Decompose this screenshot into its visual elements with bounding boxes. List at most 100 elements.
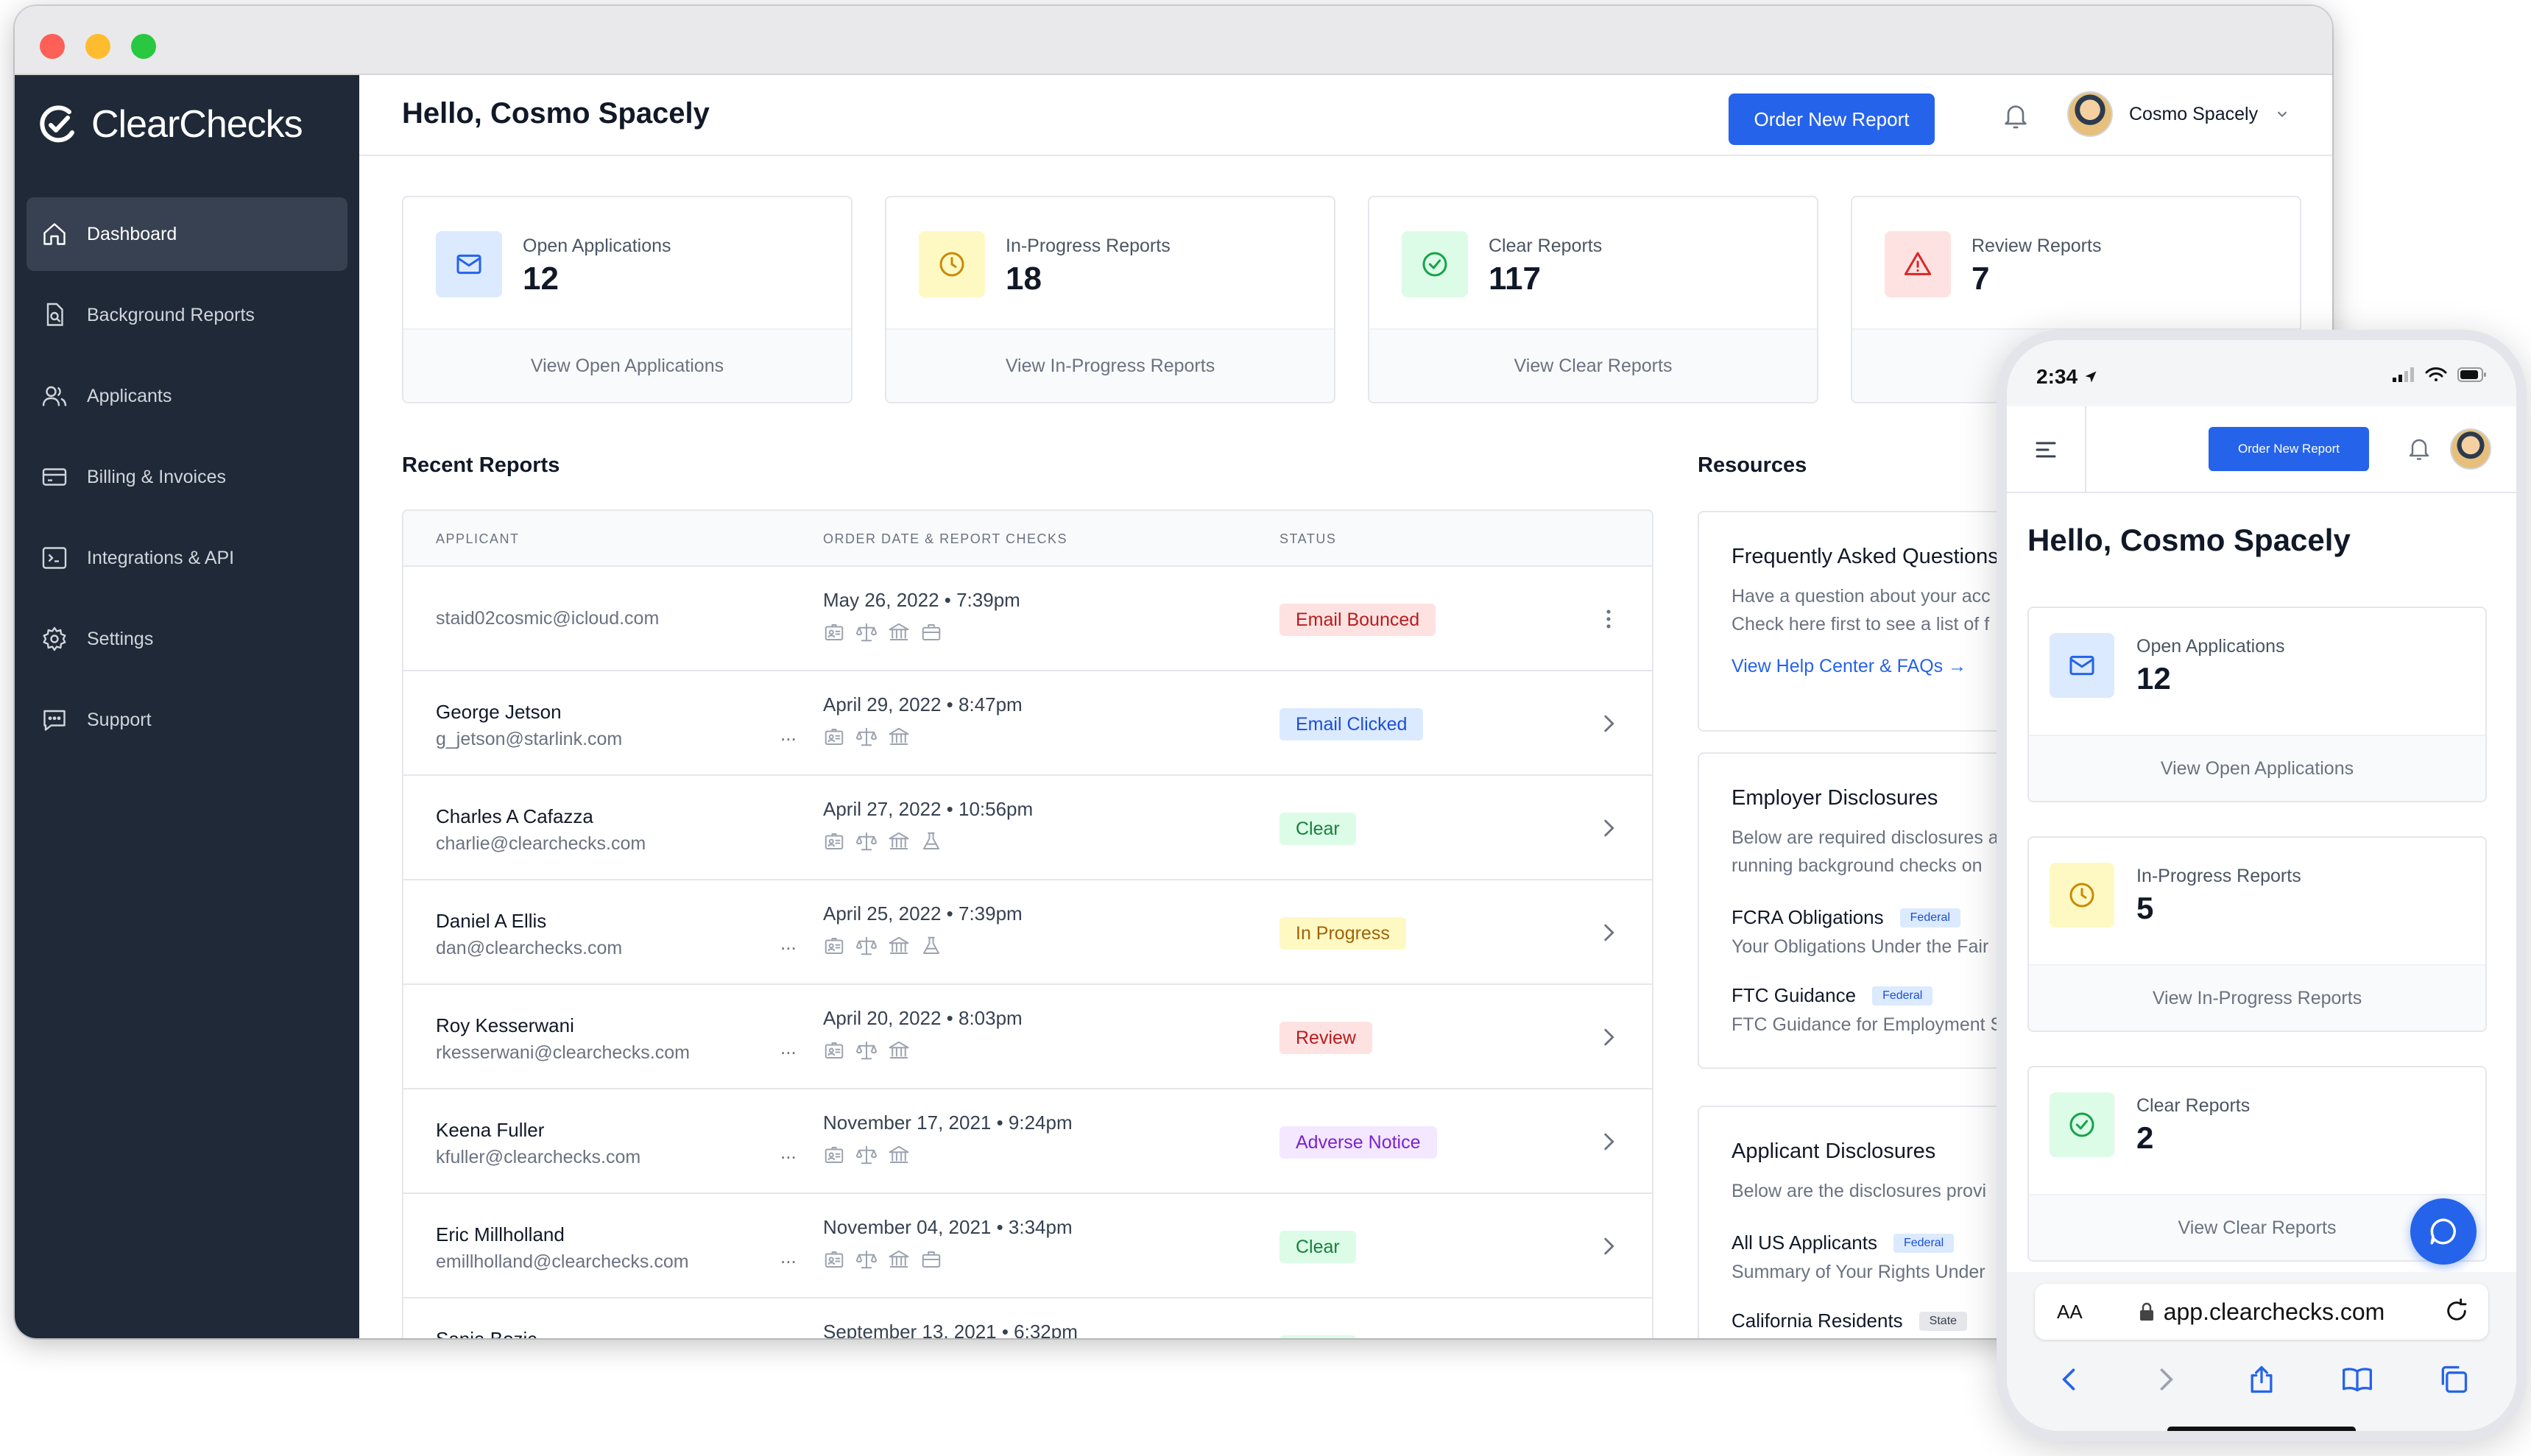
- close-window-button[interactable]: [40, 34, 65, 59]
- cellular-signal-icon: [2393, 367, 2414, 382]
- table-body: staid02cosmic@icloud.com May 26, 2022 • 7…: [403, 567, 1652, 1338]
- reload-icon[interactable]: [2444, 1298, 2469, 1324]
- sidebar-item-label: Settings: [87, 628, 154, 649]
- sidebar-item-label: Background Reports: [87, 304, 255, 325]
- report-checks: [823, 621, 942, 643]
- minimize-window-button[interactable]: [85, 34, 110, 59]
- sidebar-item-label: Integrations & API: [87, 547, 235, 568]
- scales-icon: [855, 832, 878, 851]
- wifi-icon: [2425, 367, 2447, 381]
- table-row[interactable]: Keena Fuller kfuller@clearchecks.com... No…: [403, 1089, 1652, 1194]
- brand-logo[interactable]: ClearChecks: [37, 99, 303, 150]
- share-icon[interactable]: [2245, 1363, 2278, 1396]
- lock-icon: [2139, 1302, 2153, 1321]
- bookmarks-icon[interactable]: [2341, 1363, 2373, 1396]
- home-icon: [43, 223, 66, 245]
- back-icon[interactable]: [2053, 1363, 2086, 1396]
- page-title: Hello, Cosmo Spacely: [402, 97, 710, 130]
- sidebar-item-integrations[interactable]: Integrations & API: [27, 521, 347, 595]
- chevron-right-icon[interactable]: [1596, 816, 1621, 841]
- stat-label: Open Applications: [523, 236, 671, 256]
- safari-toolbar: AA app.clearchecks.com: [2007, 1272, 2516, 1431]
- chevron-right-icon[interactable]: [1596, 711, 1621, 736]
- chevron-right-icon[interactable]: [1596, 920, 1621, 945]
- view-in-progress-reports-link[interactable]: View In-Progress Reports: [2029, 964, 2485, 1031]
- sidebar-item-background-reports[interactable]: Background Reports: [27, 278, 347, 352]
- more-icon[interactable]: [1596, 607, 1621, 632]
- sidebar-item-support[interactable]: Support: [27, 683, 347, 757]
- resource-item-title: FCRA Obligations: [1732, 906, 1884, 928]
- chevron-right-icon[interactable]: [1596, 1025, 1621, 1050]
- report-checks: [823, 1248, 942, 1271]
- stat-value: 117: [1489, 261, 1541, 297]
- applicant-name: Keena Fuller: [436, 1119, 545, 1141]
- mobile-order-new-report-button[interactable]: Order New Report: [2209, 427, 2369, 471]
- mobile-stat-card-open-applications: Open Applications 12 View Open Applicati…: [2027, 607, 2487, 802]
- status-badge: Adverse Notice: [1279, 1126, 1437, 1159]
- order-new-report-button[interactable]: Order New Report: [1729, 93, 1935, 145]
- order-date: April 29, 2022 • 8:47pm: [823, 693, 1023, 715]
- stat-label: Clear Reports: [2136, 1095, 2251, 1116]
- table-row[interactable]: Sanja Bozic September 13, 2021 • 6:32pm Cl…: [403, 1298, 1652, 1338]
- id-card-icon: [825, 833, 844, 849]
- sidebar-item-billing[interactable]: Billing & Invoices: [27, 440, 347, 514]
- mobile-device: 2:34 Order New Report Hello, Cosmo Space…: [1997, 330, 2527, 1441]
- table-row[interactable]: Eric Millholland emillholland@clearchecks…: [403, 1194, 1652, 1298]
- applicant-name: George Jetson: [436, 701, 562, 723]
- address-bar[interactable]: AA app.clearchecks.com: [2035, 1284, 2488, 1340]
- forward-icon[interactable]: [2150, 1363, 2182, 1396]
- stat-value: 2: [2136, 1120, 2154, 1155]
- status-badge: In Progress: [1279, 917, 1406, 950]
- view-clear-reports-link[interactable]: View Clear Reports: [1369, 328, 1817, 402]
- truncation-ellipsis: ...: [780, 1245, 797, 1268]
- terminal-icon: [42, 547, 67, 569]
- chat-bubble-icon: [2430, 1218, 2456, 1245]
- truncation-ellipsis: ...: [780, 932, 797, 954]
- applicant-name: Daniel A Ellis: [436, 910, 547, 932]
- applicant-email: kfuller@clearchecks.com: [436, 1147, 641, 1167]
- sidebar-item-settings[interactable]: Settings: [27, 602, 347, 676]
- stat-value: 7: [1972, 261, 1990, 297]
- stat-card-in-progress-reports: In-Progress Reports 18 View In-Progress …: [885, 196, 1335, 403]
- mobile-stat-card-in-progress-reports: In-Progress Reports 5 View In-Progress R…: [2027, 836, 2487, 1032]
- tabs-icon[interactable]: [2438, 1363, 2470, 1396]
- chat-support-button[interactable]: [2410, 1198, 2477, 1265]
- avatar[interactable]: [2450, 428, 2491, 470]
- table-row[interactable]: Daniel A Ellis dan@clearchecks.com... Apri…: [403, 880, 1652, 985]
- chat-icon: [43, 710, 66, 731]
- gear-icon: [43, 626, 66, 651]
- user-menu[interactable]: Cosmo Spacely: [2067, 91, 2290, 137]
- mobile-app: Order New Report Hello, Cosmo Spacely Op…: [2007, 406, 2516, 1272]
- report-checks: [823, 726, 910, 748]
- view-in-progress-reports-link[interactable]: View In-Progress Reports: [886, 328, 1334, 402]
- table-row[interactable]: Roy Kesserwani rkesserwani@clearchecks.co…: [403, 985, 1652, 1089]
- id-card-icon: [825, 938, 844, 954]
- stat-value: 12: [2136, 661, 2171, 696]
- table-row[interactable]: Charles A Cafazza charlie@clearchecks.com…: [403, 776, 1652, 880]
- order-date: November 17, 2021 • 9:24pm: [823, 1112, 1073, 1134]
- status-badge: Email Bounced: [1279, 604, 1436, 636]
- stat-value: 5: [2136, 891, 2154, 925]
- sidebar-item-dashboard[interactable]: Dashboard: [27, 197, 347, 271]
- zoom-window-button[interactable]: [131, 34, 156, 59]
- resource-item-title: California Residents: [1732, 1310, 1903, 1332]
- column-header-status: STATUS: [1279, 531, 1337, 546]
- table-row[interactable]: staid02cosmic@icloud.com May 26, 2022 • 7…: [403, 567, 1652, 671]
- chevron-down-icon: [2277, 111, 2287, 118]
- view-open-applications-link[interactable]: View Open Applications: [2029, 735, 2485, 801]
- browser-nav-toolbar: [2007, 1363, 2516, 1396]
- table-row[interactable]: George Jetson g_jetson@starlink.com... Apr…: [403, 671, 1652, 776]
- report-checks: [823, 1039, 910, 1061]
- clearchecks-logo-icon: [40, 105, 74, 143]
- bell-icon[interactable]: [2406, 436, 2432, 462]
- sidebar-item-applicants[interactable]: Applicants: [27, 359, 347, 433]
- bank-icon: [889, 623, 909, 640]
- chevron-right-icon[interactable]: [1596, 1129, 1621, 1154]
- bell-icon[interactable]: [2001, 102, 2030, 131]
- url-text: app.clearchecks.com: [2163, 1298, 2385, 1325]
- chevron-right-icon[interactable]: [1596, 1234, 1621, 1259]
- view-open-applications-link[interactable]: View Open Applications: [403, 328, 851, 402]
- hamburger-menu-button[interactable]: [2007, 406, 2086, 493]
- battery-icon: [2457, 367, 2486, 382]
- stat-value: 12: [523, 261, 559, 297]
